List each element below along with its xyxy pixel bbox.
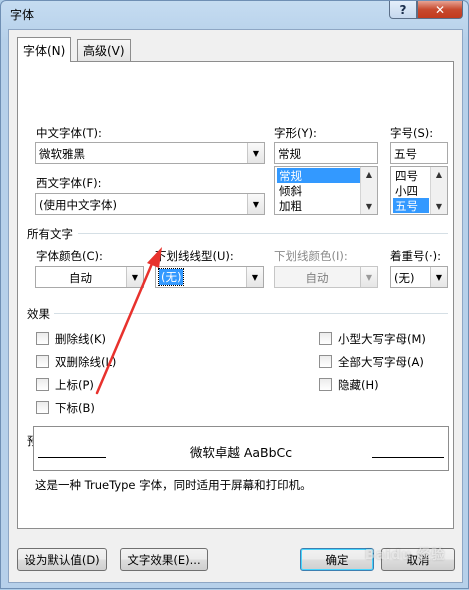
tab-font[interactable]: 字体(N) [17, 37, 72, 62]
annotation-arrow-icon [95, 247, 162, 395]
font-dialog-window: 字体 ? ✕ 字体(N) 高级(V) 中文字体(T): 字形(Y): 字号(S)… [0, 0, 469, 589]
